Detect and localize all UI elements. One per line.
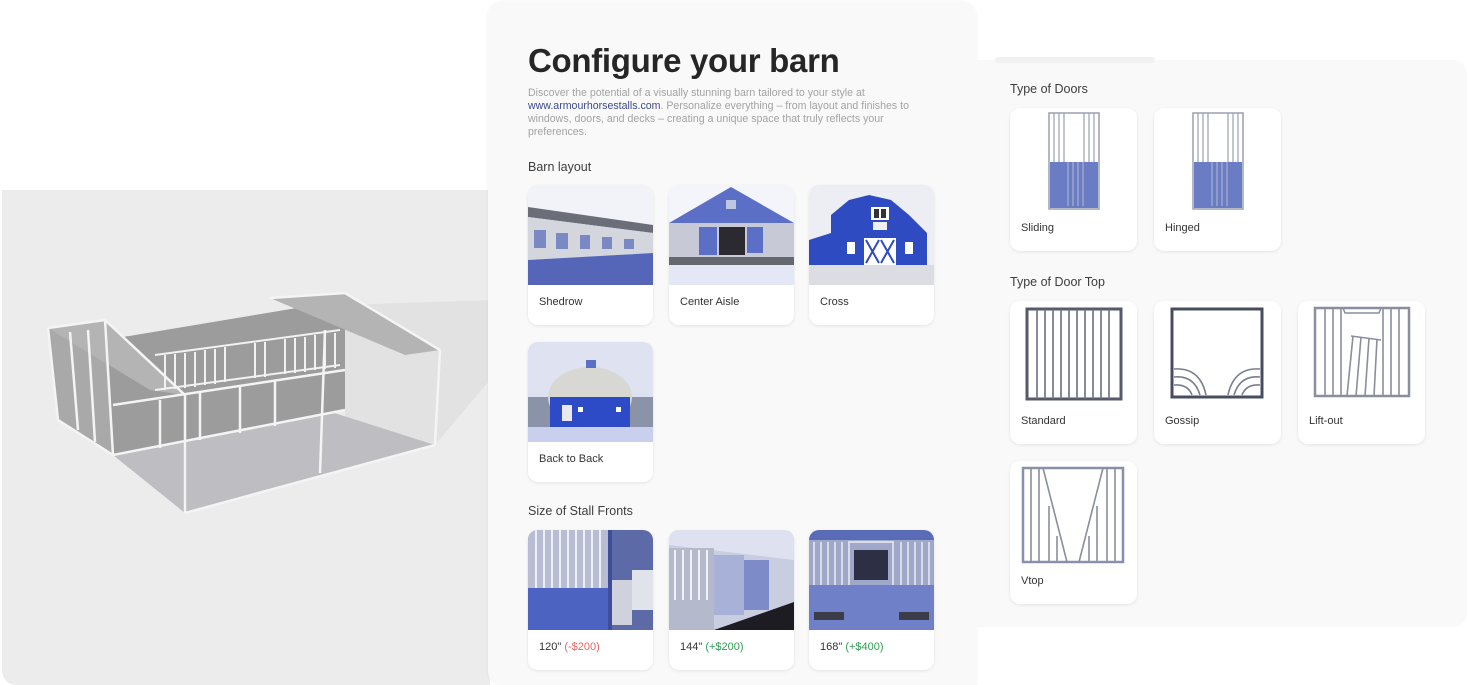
layout-option-back-to-back[interactable]: Back to Back bbox=[528, 342, 653, 482]
stall-size: 120" bbox=[539, 641, 562, 653]
stall-front-label: 168" (+$400) bbox=[820, 641, 884, 653]
barn-configurator-page: Configure your barn Discover the potenti… bbox=[0, 0, 1468, 685]
stall-size: 168" bbox=[820, 641, 843, 653]
price-delta: (+$400) bbox=[845, 641, 884, 653]
layout-option-label: Back to Back bbox=[539, 453, 604, 465]
door-options-panel: Type of Doors Sliding Hinged Type of Doo… bbox=[975, 57, 1467, 627]
door-option-sliding[interactable]: Sliding bbox=[1010, 108, 1137, 251]
round-barn-photo bbox=[528, 342, 653, 442]
door-top-type-label: Type of Door Top bbox=[1010, 275, 1105, 289]
page-title: Configure your barn bbox=[528, 42, 840, 79]
armour-website-link[interactable]: www.armourhorsestalls.com bbox=[528, 100, 660, 112]
door-top-option-lift-out[interactable]: Lift-out bbox=[1298, 301, 1425, 444]
panel-edge bbox=[995, 57, 1155, 63]
door-option-label: Sliding bbox=[1021, 222, 1055, 234]
door-top-option-label: Standard bbox=[1021, 415, 1066, 427]
stall-front-photo-144 bbox=[669, 530, 794, 630]
vtop-door-top-image bbox=[1021, 466, 1125, 564]
door-top-option-label: Gossip bbox=[1165, 415, 1200, 427]
door-top-option-label: Vtop bbox=[1021, 575, 1044, 587]
layout-option-center-aisle[interactable]: Center Aisle bbox=[669, 185, 794, 325]
stall-front-photo-120 bbox=[528, 530, 653, 630]
door-top-option-gossip[interactable]: Gossip bbox=[1154, 301, 1281, 444]
layout-option-label: Cross bbox=[820, 296, 849, 308]
sliding-door-image bbox=[1048, 112, 1100, 210]
barn-3d-model[interactable] bbox=[0, 180, 490, 530]
3d-viewport[interactable] bbox=[0, 0, 490, 685]
page-description: Discover the potential of a visually stu… bbox=[528, 87, 938, 139]
standard-door-top-image bbox=[1025, 307, 1123, 401]
layout-option-cross[interactable]: Cross bbox=[809, 185, 934, 325]
stall-front-option-144[interactable]: 144" (+$200) bbox=[669, 530, 794, 670]
layout-option-label: Shedrow bbox=[539, 296, 583, 308]
gossip-door-top-image bbox=[1170, 307, 1264, 399]
stall-fronts-label: Size of Stall Fronts bbox=[528, 504, 633, 518]
door-option-label: Hinged bbox=[1165, 222, 1200, 234]
stall-size: 144" bbox=[680, 641, 703, 653]
stall-front-option-168[interactable]: 168" (+$400) bbox=[809, 530, 934, 670]
cross-barn-photo bbox=[809, 185, 934, 285]
shedrow-barn-photo bbox=[528, 185, 653, 285]
stall-front-label: 144" (+$200) bbox=[680, 641, 744, 653]
door-type-label: Type of Doors bbox=[1010, 82, 1088, 96]
door-top-option-label: Lift-out bbox=[1309, 415, 1343, 427]
barn-layout-label: Barn layout bbox=[528, 160, 592, 174]
price-delta: (-$200) bbox=[564, 641, 600, 653]
stall-front-photo-168 bbox=[809, 530, 934, 630]
center-aisle-barn-photo bbox=[669, 185, 794, 285]
configurator-panel: Configure your barn Discover the potenti… bbox=[488, 2, 976, 685]
price-delta: (+$200) bbox=[705, 641, 744, 653]
lift-out-door-top-image bbox=[1313, 306, 1411, 398]
layout-option-label: Center Aisle bbox=[680, 296, 740, 308]
door-top-option-standard[interactable]: Standard bbox=[1010, 301, 1137, 444]
layout-option-shedrow[interactable]: Shedrow bbox=[528, 185, 653, 325]
door-top-option-vtop[interactable]: Vtop bbox=[1010, 461, 1137, 604]
stall-front-option-120[interactable]: 120" (-$200) bbox=[528, 530, 653, 670]
description-text: Discover the potential of a visually stu… bbox=[528, 87, 865, 99]
hinged-door-image bbox=[1192, 112, 1244, 210]
stall-front-label: 120" (-$200) bbox=[539, 641, 600, 653]
door-option-hinged[interactable]: Hinged bbox=[1154, 108, 1281, 251]
